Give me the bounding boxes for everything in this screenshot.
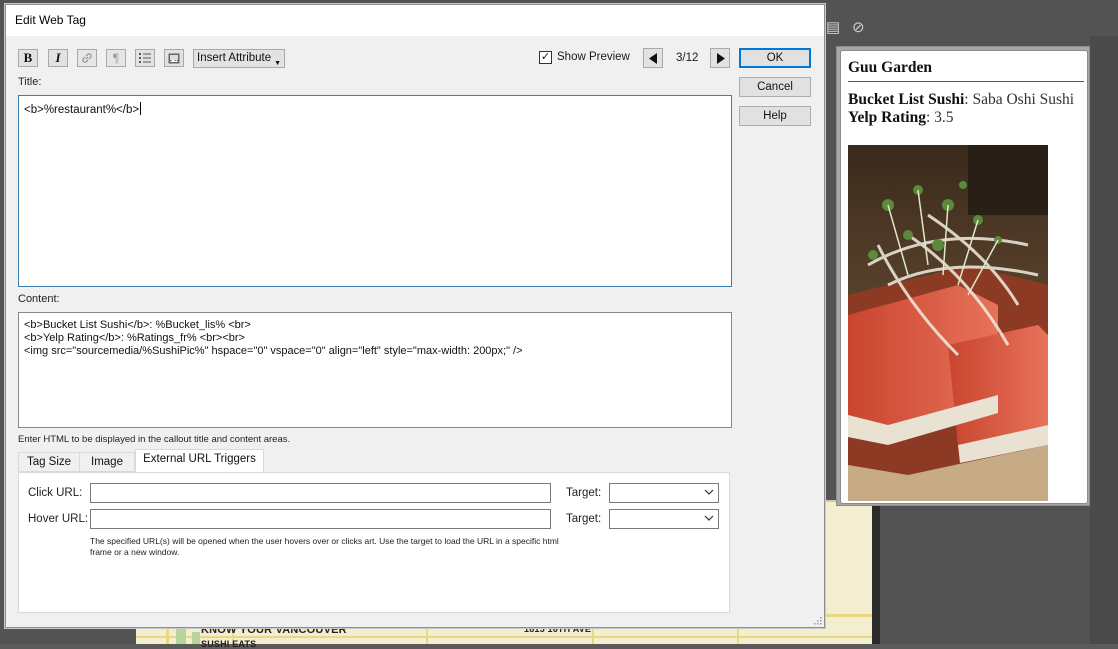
sushi-photo-icon (848, 145, 1048, 501)
app-side-strip (1090, 36, 1118, 644)
click-target-select[interactable] (609, 483, 719, 503)
hover-target-select[interactable] (609, 509, 719, 529)
sushi-photo (848, 145, 1048, 501)
tab-tag-size[interactable]: Tag Size (18, 452, 80, 472)
map-subtitle-label: SUSHI EATS (201, 639, 257, 649)
compass-icon[interactable]: ⊘ (852, 18, 865, 36)
preview-bucket-line: Bucket List Sushi: Saba Oshi Sushi (848, 91, 1074, 109)
chevron-down-icon (704, 489, 714, 495)
preview-callout: Guu Garden Bucket List Sushi: Saba Oshi … (840, 50, 1088, 504)
hover-url-input[interactable] (90, 509, 551, 529)
link-button[interactable] (77, 49, 97, 67)
ruler-icon[interactable]: ▤ (826, 18, 840, 36)
text-caret (140, 102, 142, 115)
url-triggers-note: The specified URL(s) will be opened when… (90, 536, 559, 557)
web-tag-preview-panel: Guu Garden Bucket List Sushi: Saba Oshi … (836, 46, 1090, 506)
title-label: Title: (18, 76, 42, 88)
resize-grip-icon[interactable] (812, 615, 822, 625)
preview-bucket-label: Bucket List Sushi (848, 91, 965, 108)
link-icon (82, 53, 92, 63)
chevron-down-icon (704, 515, 714, 521)
insert-image-button[interactable] (164, 49, 184, 67)
content-html-editor[interactable]: <b>Bucket List Sushi</b>: %Bucket_lis% <… (18, 312, 732, 428)
arrow-left-icon (649, 53, 657, 64)
bullet-list-icon (139, 53, 151, 63)
next-button[interactable] (710, 48, 730, 68)
content-line: <img src="sourcemedia/%SushiPic%" hspace… (24, 345, 523, 357)
editor-hint: Enter HTML to be displayed in the callou… (18, 434, 291, 445)
ok-button[interactable]: OK (739, 48, 811, 68)
preview-title: Guu Garden (848, 59, 932, 76)
dialog-titlebar[interactable]: Edit Web Tag (6, 5, 824, 36)
arrow-right-icon (717, 53, 725, 64)
content-label: Content: (18, 293, 60, 305)
content-line: <b>Bucket List Sushi</b>: %Bucket_lis% <… (24, 319, 251, 331)
preview-divider (848, 81, 1084, 82)
dialog-title: Edit Web Tag (15, 13, 86, 27)
insert-attribute-dropdown[interactable]: Insert Attribute ▼ (193, 49, 285, 68)
paragraph-button[interactable]: ¶ (106, 49, 126, 67)
tab-external-url-triggers[interactable]: External URL Triggers (135, 449, 264, 472)
click-url-label: Click URL: (28, 487, 83, 499)
title-html-editor[interactable]: <b>%restaurant%</b> (18, 95, 732, 287)
bullet-list-button[interactable] (135, 49, 155, 67)
record-counter: 3/12 (676, 52, 699, 64)
image-icon (168, 53, 180, 63)
help-button[interactable]: Help (739, 106, 811, 126)
show-preview-checkbox[interactable]: ✓ (539, 51, 552, 64)
hover-target-label: Target: (566, 513, 602, 525)
paragraph-icon: ¶ (113, 50, 119, 65)
preview-rating-label: Yelp Rating (848, 109, 926, 126)
click-target-label: Target: (566, 487, 602, 499)
cancel-button[interactable]: Cancel (739, 77, 811, 97)
app-toolbar-icons: ▤ ⊘ (826, 18, 886, 38)
hover-url-label: Hover URL: (28, 513, 89, 525)
title-html-text: <b>%restaurant%</b> (24, 104, 140, 116)
preview-bucket-value: : Saba Oshi Sushi (964, 91, 1075, 108)
italic-button[interactable]: I (48, 49, 68, 67)
previous-button[interactable] (643, 48, 663, 68)
tab-image[interactable]: Image (79, 452, 135, 472)
edit-web-tag-dialog: Edit Web Tag B I ¶ Insert Attribute ▼ ✓ … (5, 4, 825, 628)
bold-button[interactable]: B (18, 49, 38, 67)
chevron-down-icon: ▼ (274, 60, 281, 67)
content-line: <b>Yelp Rating</b>: %Ratings_fr% <br><br… (24, 332, 245, 344)
click-url-input[interactable] (90, 483, 551, 503)
preview-rating-value: : 3.5 (925, 109, 954, 126)
preview-rating-line: Yelp Rating: 3.5 (848, 109, 954, 127)
show-preview-label[interactable]: Show Preview (557, 51, 630, 63)
insert-attribute-label: Insert Attribute (197, 52, 272, 64)
